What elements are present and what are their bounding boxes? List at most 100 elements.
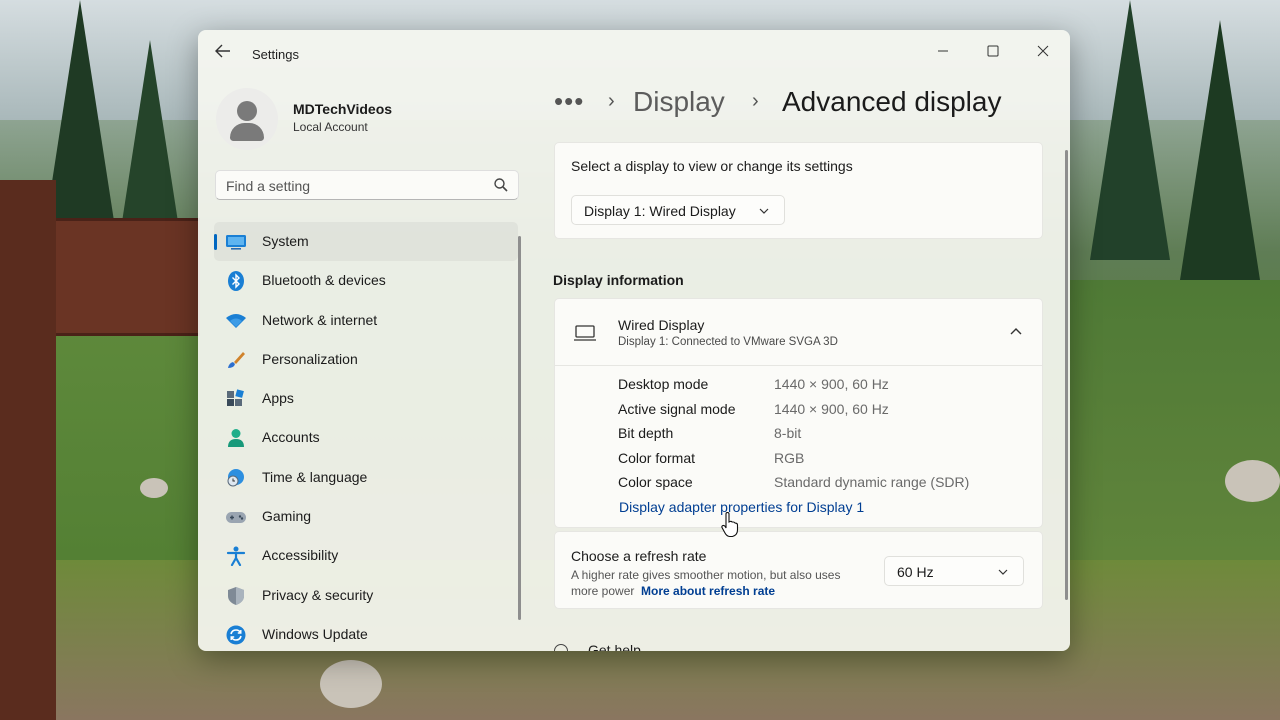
display-info-subtitle: Display 1: Connected to VMware SVGA 3D	[618, 336, 838, 348]
maximize-icon	[987, 45, 999, 57]
background-fence-post	[0, 180, 56, 720]
account-name: MDTechVideos	[293, 101, 393, 117]
back-arrow-icon	[215, 44, 230, 58]
info-row-key: Bit depth	[618, 425, 674, 441]
laptop-icon	[574, 325, 596, 341]
help-icon	[554, 644, 568, 651]
bluetooth-icon	[228, 271, 244, 292]
info-row-value: Standard dynamic range (SDR)	[774, 474, 970, 490]
hand-cursor-icon	[721, 512, 739, 538]
window-title: Settings	[252, 47, 299, 62]
avatar-body	[230, 123, 264, 141]
sidebar-item-label: Personalization	[262, 350, 358, 367]
display-adapter-properties-link[interactable]: Display adapter properties for Display 1	[619, 499, 864, 515]
info-row-value: 8-bit	[774, 425, 802, 441]
close-icon	[1037, 45, 1049, 57]
refresh-rate-description: A higher rate gives smoother motion, but…	[571, 567, 861, 599]
sidebar-item-label: Windows Update	[262, 625, 368, 642]
refresh-rate-value: 60 Hz	[897, 564, 934, 580]
system-icon	[226, 235, 246, 250]
background-rock	[1225, 460, 1280, 502]
sidebar-item-label: Apps	[262, 390, 294, 407]
update-icon	[226, 625, 246, 645]
display-information-card: Wired Display Display 1: Connected to VM…	[554, 298, 1043, 528]
display-information-heading: Display information	[553, 272, 684, 288]
sidebar-item-windows-update[interactable]: Windows Update	[214, 615, 518, 651]
sidebar-item-label: System	[262, 233, 309, 249]
sidebar-item-label: Accounts	[262, 429, 320, 446]
shield-icon	[228, 586, 244, 605]
refresh-rate-dropdown[interactable]: 60 Hz	[884, 556, 1024, 586]
info-row-key: Active signal mode	[618, 400, 736, 417]
search-input[interactable]	[226, 176, 481, 196]
sidebar-item-label: Network & internet	[262, 311, 378, 328]
search-icon[interactable]	[492, 176, 510, 194]
display-info-expander-header[interactable]: Wired Display Display 1: Connected to VM…	[555, 299, 1042, 366]
accounts-icon	[228, 429, 244, 448]
info-row-value: 1440 × 900, 60 Hz	[774, 400, 889, 417]
refresh-rate-card: Choose a refresh rate A higher rate give…	[554, 531, 1043, 609]
background-rock	[320, 660, 382, 708]
background-tree	[1180, 20, 1260, 280]
display-select-value: Display 1: Wired Display	[584, 203, 736, 219]
sidebar-nav: System Bluetooth & devices Network & int…	[214, 222, 518, 651]
display-select-dropdown[interactable]: Display 1: Wired Display	[571, 195, 785, 225]
sidebar-item-privacy-security[interactable]: Privacy & security	[214, 576, 518, 615]
sidebar-item-network[interactable]: Network & internet	[214, 301, 518, 340]
sidebar-item-label: Bluetooth & devices	[262, 272, 386, 289]
active-indicator	[214, 234, 217, 250]
maximize-button[interactable]	[970, 36, 1016, 68]
sidebar-item-label: Privacy & security	[262, 586, 374, 603]
search-box[interactable]	[215, 170, 519, 200]
sidebar-item-system[interactable]: System	[214, 222, 518, 262]
chevron-down-icon	[759, 208, 769, 214]
display-info-title: Wired Display	[618, 317, 705, 333]
chevron-up-icon[interactable]	[1009, 325, 1023, 337]
accessibility-icon	[226, 546, 246, 567]
info-row-key: Color space	[618, 474, 693, 490]
select-display-card: Select a display to view or change its s…	[554, 142, 1043, 239]
info-row-value: RGB	[774, 449, 805, 466]
sidebar-scrollbar[interactable]	[518, 236, 521, 620]
sidebar-item-accessibility[interactable]: Accessibility	[214, 536, 518, 575]
breadcrumb-separator: ›	[752, 90, 759, 112]
background-tree	[1090, 0, 1170, 260]
avatar[interactable]	[216, 88, 278, 150]
page-title: Advanced display	[782, 86, 1002, 117]
back-button[interactable]	[212, 44, 234, 64]
minimize-icon	[938, 50, 948, 52]
globe-clock-icon	[227, 468, 244, 487]
gamepad-icon	[226, 512, 246, 524]
title-bar: Settings	[198, 30, 1070, 76]
get-help-label: Get help	[588, 642, 641, 651]
select-display-label: Select a display to view or change its s…	[571, 158, 853, 174]
info-row-value: 1440 × 900, 60 Hz	[774, 376, 889, 392]
sidebar-item-time-language[interactable]: Time & language	[214, 458, 518, 497]
chevron-down-icon	[998, 569, 1008, 575]
background-rock	[140, 478, 168, 498]
sidebar-item-accounts[interactable]: Accounts	[214, 418, 518, 457]
apps-icon	[227, 389, 244, 407]
settings-window: Settings MDTechVideos Local Account Syst…	[198, 30, 1070, 651]
sidebar-item-label: Gaming	[262, 508, 312, 525]
wifi-icon	[226, 313, 246, 328]
brush-icon	[228, 351, 245, 368]
content-scrollbar[interactable]	[1065, 150, 1068, 600]
account-type: Local Account	[293, 120, 368, 134]
minimize-button[interactable]	[920, 36, 966, 68]
refresh-rate-title: Choose a refresh rate	[571, 548, 707, 564]
sidebar-item-gaming[interactable]: Gaming	[214, 497, 518, 536]
sidebar-item-apps[interactable]: Apps	[214, 379, 518, 418]
breadcrumb-separator: ›	[608, 90, 615, 112]
avatar-head	[237, 101, 257, 121]
info-row-key: Desktop mode	[618, 376, 709, 392]
sidebar-item-label: Accessibility	[262, 547, 339, 564]
breadcrumb-display-link[interactable]: Display	[633, 86, 725, 118]
sidebar-item-personalization[interactable]: Personalization	[214, 340, 518, 379]
more-about-refresh-rate-link[interactable]: More about refresh rate	[641, 584, 775, 598]
breadcrumb-more-button[interactable]: •••	[554, 86, 584, 117]
info-row-key: Color format	[618, 449, 696, 466]
sidebar-item-label: Time & language	[262, 468, 368, 485]
close-button[interactable]	[1020, 36, 1066, 68]
sidebar-item-bluetooth[interactable]: Bluetooth & devices	[214, 261, 518, 300]
